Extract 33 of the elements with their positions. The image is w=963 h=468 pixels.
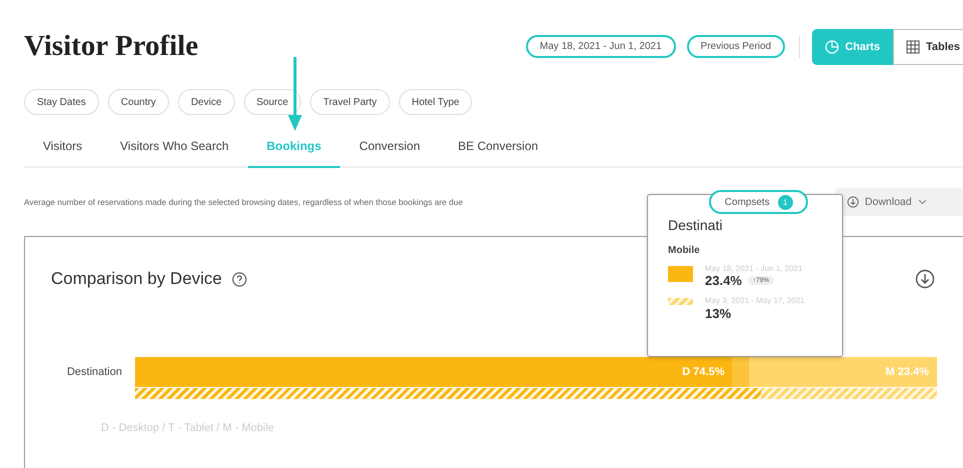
table-icon [906,40,920,54]
view-toggle-button[interactable]: Tables [892,28,963,64]
filter-chip[interactable]: Device [178,89,235,115]
tab[interactable]: BE Conversion [458,139,538,168]
bar-segment: M 23.4% [749,357,937,387]
pie-chart-icon [825,40,840,54]
row-label: Destination [66,365,123,380]
arrow-icon [288,57,302,131]
card-title: Comparison by Device [51,269,222,289]
date-range-button[interactable]: May 18, 2021 - Jun 1, 2021 [526,35,676,58]
compare-period-button[interactable]: Previous Period [686,35,786,58]
download-icon [915,269,935,289]
filter-chip[interactable]: Source [244,89,302,115]
tab[interactable]: Visitors [43,139,82,168]
tab[interactable]: Visitors Who Search [120,139,229,168]
description-text: Average number of reservations made during the selected browsing dates, regardless of when those bookings are due [24,197,464,207]
filter-chip[interactable]: Stay Dates [24,89,99,115]
count-badge: 1 [778,194,793,210]
page-title: Visitor Profile [24,30,200,63]
tooltip-title: Destinati [668,217,724,233]
chevron-icon [918,199,927,205]
download-button[interactable]: Download [834,188,963,216]
value-text: 23.4% [705,273,742,288]
value-text: 13% [705,306,732,321]
filter-chip[interactable]: Hotel Type [398,89,472,115]
help-icon [232,272,248,286]
filter-chip[interactable]: Travel Party [310,89,390,115]
compsets-button[interactable]: Compsets 1 [709,190,808,214]
tab[interactable]: Conversion [359,139,420,168]
bar-segment: D 74.5% [135,357,732,387]
filter-chip[interactable]: Country [108,89,169,115]
download-icon [846,196,859,208]
device-label: Mobile [668,245,701,256]
